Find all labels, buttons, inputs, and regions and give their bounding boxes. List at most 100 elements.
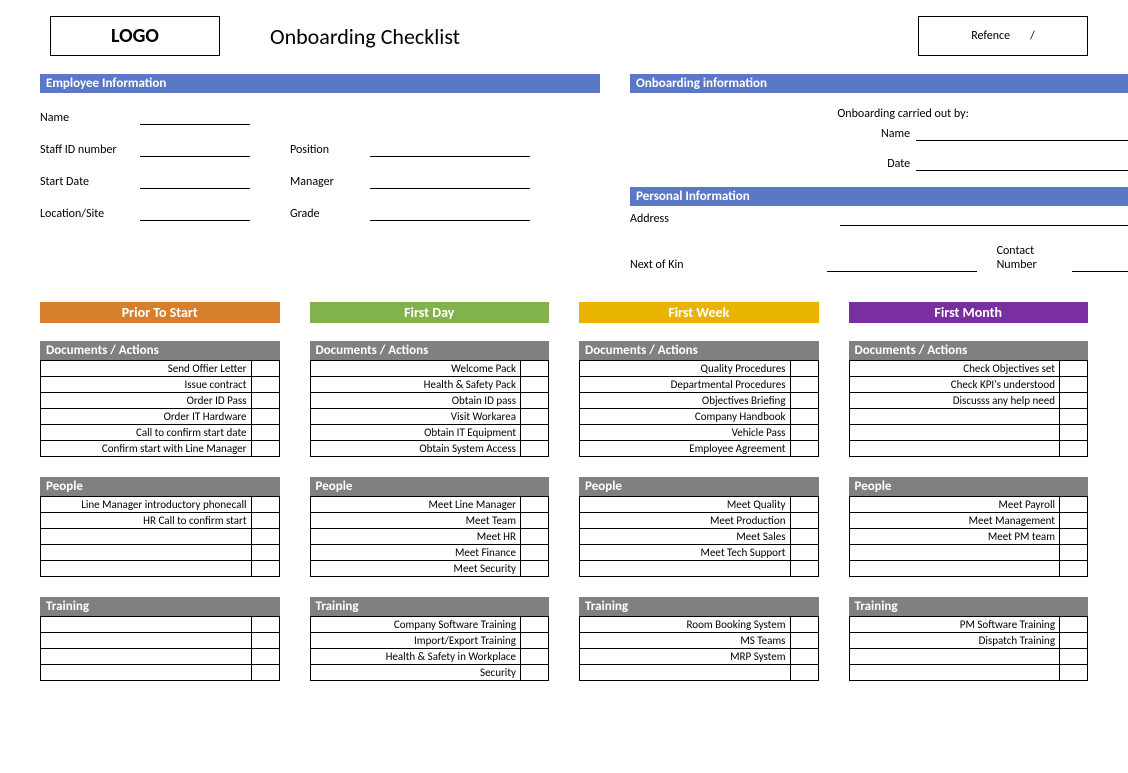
phase-week-bar: First Week [579,302,819,323]
checklist-item-checkbox[interactable] [790,361,818,377]
checklist-item-checkbox[interactable] [790,649,818,665]
checklist-item-checkbox[interactable] [251,545,279,561]
checklist-item-checkbox[interactable] [521,377,549,393]
checklist-item-checkbox[interactable] [251,649,279,665]
input-onboard-date[interactable] [916,157,1128,171]
table-row: Discusss any help need [849,393,1088,409]
checklist-item-checkbox[interactable] [251,497,279,513]
checklist-item-checkbox[interactable] [1060,649,1088,665]
table-row: Visit Workarea [310,409,549,425]
table-row: Meet Payroll [849,497,1088,513]
checklist-item-checkbox[interactable] [1060,529,1088,545]
checklist-item-checkbox[interactable] [251,513,279,529]
input-next-of-kin[interactable] [827,258,977,272]
carried-out-label: Onboarding carried out by: [630,107,1128,121]
input-location[interactable] [140,207,250,221]
checklist-item-checkbox[interactable] [251,633,279,649]
table-row: Vehicle Pass [580,425,819,441]
checklist-item-checkbox[interactable] [251,425,279,441]
input-contact[interactable] [1072,258,1128,272]
checklist-item-checkbox[interactable] [1060,409,1088,425]
input-address[interactable] [840,212,1128,226]
checklist-item-checkbox[interactable] [1060,633,1088,649]
checklist-item-checkbox[interactable] [790,545,818,561]
checklist-item-label [849,649,1060,665]
checklist-item-checkbox[interactable] [1060,545,1088,561]
input-staff-id[interactable] [140,143,250,157]
input-position[interactable] [370,143,530,157]
checklist-item-checkbox[interactable] [790,425,818,441]
checklist-item-checkbox[interactable] [251,561,279,577]
label-next-of-kin: Next of Kin [630,258,717,272]
checklist-item-checkbox[interactable] [1060,377,1088,393]
table-row: Meet Quality [580,497,819,513]
checklist-item-checkbox[interactable] [1060,393,1088,409]
checklist-item-checkbox[interactable] [251,377,279,393]
label-name: Name [40,111,140,125]
checklist-item-checkbox[interactable] [1060,361,1088,377]
checklist-item-checkbox[interactable] [790,441,818,457]
checklist-item-checkbox[interactable] [521,513,549,529]
checklist-item-checkbox[interactable] [521,497,549,513]
checklist-item-label: Meet Tech Support [580,545,791,561]
input-manager[interactable] [370,175,530,189]
input-onboard-name[interactable] [916,127,1128,141]
checklist-item-checkbox[interactable] [521,649,549,665]
day-docs-bar: Documents / Actions [310,341,550,360]
prior-people-bar: People [40,477,280,496]
checklist-item-checkbox[interactable] [521,633,549,649]
checklist-item-checkbox[interactable] [1060,441,1088,457]
checklist-item-checkbox[interactable] [790,409,818,425]
checklist-item-checkbox[interactable] [1060,513,1088,529]
table-row: Meet Team [310,513,549,529]
table-row [41,545,280,561]
checklist-item-checkbox[interactable] [521,361,549,377]
checklist-item-checkbox[interactable] [1060,561,1088,577]
table-row: PM Software Training [849,617,1088,633]
checklist-item-checkbox[interactable] [521,665,549,681]
checklist-item-checkbox[interactable] [251,441,279,457]
checklist-item-checkbox[interactable] [790,633,818,649]
checklist-item-checkbox[interactable] [521,441,549,457]
day-people-bar: People [310,477,550,496]
checklist-item-checkbox[interactable] [790,617,818,633]
checklist-item-checkbox[interactable] [1060,617,1088,633]
checklist-item-checkbox[interactable] [1060,497,1088,513]
reference-box: Refence / [918,16,1088,56]
checklist-item-checkbox[interactable] [521,545,549,561]
checklist-item-checkbox[interactable] [521,529,549,545]
checklist-item-checkbox[interactable] [790,665,818,681]
checklist-item-checkbox[interactable] [251,393,279,409]
checklist-item-checkbox[interactable] [251,617,279,633]
input-name[interactable] [140,111,250,125]
table-row: Check KPI's understood [849,377,1088,393]
input-start-date[interactable] [140,175,250,189]
checklist-item-checkbox[interactable] [251,361,279,377]
table-row: Objectives Briefing [580,393,819,409]
checklist-item-checkbox[interactable] [790,393,818,409]
input-grade[interactable] [370,207,530,221]
checklist-item-label: Meet Team [310,513,521,529]
checklist-item-checkbox[interactable] [790,513,818,529]
checklist-item-checkbox[interactable] [1060,425,1088,441]
checklist-item-checkbox[interactable] [790,561,818,577]
checklist-item-checkbox[interactable] [521,393,549,409]
checklist-item-checkbox[interactable] [521,409,549,425]
table-row: Obtain System Access [310,441,549,457]
checklist-item-checkbox[interactable] [251,529,279,545]
checklist-item-checkbox[interactable] [521,425,549,441]
checklist-item-checkbox[interactable] [251,409,279,425]
checklist-item-checkbox[interactable] [251,665,279,681]
day-people-table: Meet Line ManagerMeet TeamMeet HRMeet Fi… [310,496,550,577]
checklist-item-checkbox[interactable] [790,529,818,545]
checklist-item-label: Dispatch Training [849,633,1060,649]
checklist-item-checkbox[interactable] [521,561,549,577]
checklist-item-checkbox[interactable] [790,377,818,393]
checklist-item-checkbox[interactable] [790,497,818,513]
label-onboard-name: Name [881,127,910,141]
checklist-item-checkbox[interactable] [1060,665,1088,681]
checklist-item-label: Objectives Briefing [580,393,791,409]
checklist-item-checkbox[interactable] [521,617,549,633]
checklist-item-label: Welcome Pack [310,361,521,377]
week-training-bar: Training [579,597,819,616]
